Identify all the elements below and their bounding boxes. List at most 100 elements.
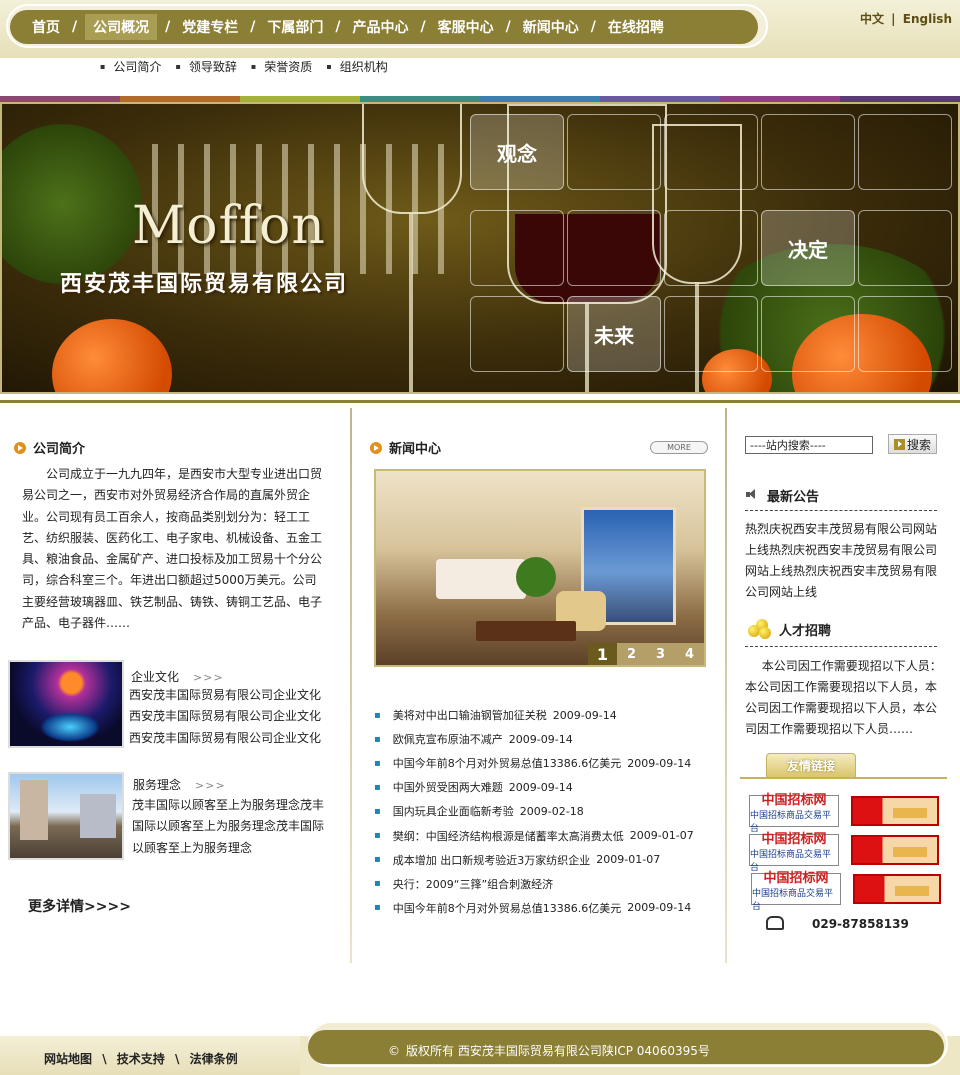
news-title[interactable]: 央行：2009“三箨”组合刺激经济 [393, 876, 553, 892]
company-intro-text: 公司成立于一九九四年，是西安市大型专业进出口贸易公司之一，西安市对外贸易经济合作… [22, 467, 323, 631]
partner-logo-banner[interactable] [851, 835, 939, 865]
lang-chinese[interactable]: 中文 [860, 12, 884, 26]
news-bullet-icon: ▪ [374, 902, 381, 914]
notice-text[interactable]: 热烈庆祝西安丰茂贸易有限公司网站上线热烈庆祝西安丰茂贸易有限公司网站上线热烈庆祝… [745, 519, 943, 603]
news-bullet-icon: ▪ [374, 878, 381, 890]
partner-logo-title: 中国招标网 [763, 870, 829, 886]
news-item[interactable]: ▪ 欧佩克宣布原油不减产 2009-09-14 [374, 727, 724, 751]
service-card-line: 以顾客至上为服务理念 [132, 840, 253, 855]
nav-customer-service[interactable]: 客服中心 [438, 17, 494, 37]
footer-legal[interactable]: 法律条例 [190, 1052, 238, 1066]
partner-logo-title: 中国招标网 [761, 792, 827, 808]
phone-number: 029-87858139 [812, 917, 909, 931]
nav-recruitment[interactable]: 在线招聘 [608, 17, 664, 37]
partner-logo-tender[interactable]: 中国招标网 中国招标商品交易平台 [751, 871, 841, 912]
news-more-button[interactable]: MORE [650, 441, 708, 454]
service-image[interactable] [8, 772, 124, 860]
nav-products[interactable]: 产品中心 [353, 17, 409, 37]
news-title[interactable]: 成本增加 出口新规考验近3万家纺织企业 [393, 852, 591, 868]
news-item[interactable]: ▪ 中国今年前8个月对外贸易总值13386.6亿美元 2009-09-14 [374, 751, 724, 775]
copyright-text: 版权所有 西安茂丰国际贸易有限公司陕ICP 04060395号 [406, 1044, 710, 1058]
news-title[interactable]: 中国今年前8个月对外贸易总值13386.6亿美元 [393, 900, 622, 916]
slide-table [476, 621, 576, 641]
nav-separator: / [335, 19, 341, 35]
news-date: 2009-09-14 [508, 780, 573, 794]
news-item[interactable]: ▪ 国内玩具企业面临新考验 2009-02-18 [374, 799, 724, 823]
speaker-icon [746, 489, 756, 499]
more-details-link[interactable]: 更多详情>>>> [28, 896, 131, 916]
news-date: 2009-09-14 [627, 901, 692, 915]
banner-tile [567, 114, 661, 190]
service-more-arrows[interactable]: >>> [195, 779, 226, 792]
service-card-line: 国际以顾客至上为服务理念茂丰国际 [132, 819, 325, 834]
news-bullet-icon: ▪ [374, 757, 381, 769]
nav-party-column[interactable]: 党建专栏 [182, 17, 238, 37]
banner-tile [858, 296, 952, 372]
culture-image[interactable] [8, 660, 124, 748]
banner-wine-glass [362, 104, 462, 214]
partner-logo-tender[interactable]: 中国招标网 中国招标商品交易平台 [749, 832, 839, 873]
news-bullet-icon: ▪ [374, 854, 381, 866]
coins-icon [748, 619, 772, 639]
news-slideshow[interactable]: 1 2 3 4 [374, 469, 706, 667]
dashed-divider [745, 646, 937, 647]
news-bullet-icon: ▪ [374, 781, 381, 793]
culture-more-arrows[interactable]: >>> [193, 671, 224, 684]
news-item[interactable]: ▪ 樊纲：中国经济结构根源是储蓄率太高消费太低 2009-01-07 [374, 823, 724, 847]
partner-logo-banner[interactable] [853, 874, 941, 904]
slide-page-1[interactable]: 1 [588, 643, 617, 665]
news-item[interactable]: ▪ 央行：2009“三箨”组合刺激经济 [374, 872, 724, 896]
banner-tile [567, 210, 661, 286]
banner-tile [664, 210, 758, 286]
copyright: © 版权所有 西安茂丰国际贸易有限公司陕ICP 04060395号 [388, 1042, 710, 1059]
slide-page-3[interactable]: 3 [646, 643, 675, 665]
lang-separator: | [891, 12, 896, 26]
partner-logo-banner[interactable] [851, 796, 939, 826]
search-button[interactable]: 搜索 [888, 434, 937, 454]
nav-separator: / [590, 19, 596, 35]
culture-card-text: 西安茂丰国际贸易有限公司企业文化 西安茂丰国际贸易有限公司企业文化 西安茂丰国际… [129, 685, 321, 749]
culture-card-line: 西安茂丰国际贸易有限公司企业文化 [129, 730, 322, 745]
news-title[interactable]: 中国今年前8个月对外贸易总值13386.6亿美元 [393, 755, 622, 771]
culture-card-title[interactable]: 企业文化 >>> [131, 668, 224, 685]
footer-sitemap[interactable]: 网站地图 [44, 1052, 92, 1066]
news-title[interactable]: 美将对中出口输油钢管加征关税 [393, 707, 547, 723]
news-title[interactable]: 中国外贸受困两大难题 [393, 779, 503, 795]
footer-tech-support[interactable]: 技术支持 [117, 1052, 165, 1066]
lang-english[interactable]: English [903, 12, 952, 26]
banner-tile-future: 未来 [567, 296, 661, 372]
banner-tile [470, 296, 564, 372]
slide-page-4[interactable]: 4 [675, 643, 704, 665]
slide-bed [436, 559, 526, 599]
dashed-divider [745, 510, 937, 511]
news-item[interactable]: ▪ 美将对中出口输油钢管加征关税 2009-09-14 [374, 703, 724, 727]
news-title[interactable]: 国内玩具企业面临新考验 [393, 803, 514, 819]
service-card-title[interactable]: 服务理念 >>> [133, 776, 226, 793]
news-date: 2009-09-14 [508, 732, 573, 746]
news-bullet-icon: ▪ [374, 805, 381, 817]
news-title[interactable]: 欧佩克宣布原油不减产 [393, 731, 503, 747]
news-item[interactable]: ▪ 中国外贸受困两大难题 2009-09-14 [374, 775, 724, 799]
banner-glass-stem [409, 212, 413, 392]
subnav-company-intro[interactable]: 公司简介 [100, 58, 161, 78]
section-title-company-intro: 公司简介 [14, 438, 85, 457]
news-title[interactable]: 樊纲：中国经济结构根源是储蓄率太高消费太低 [393, 828, 624, 844]
slide-page-2[interactable]: 2 [617, 643, 646, 665]
nav-separator: / [165, 19, 171, 35]
content-divider [0, 400, 960, 403]
site-search-input[interactable] [745, 436, 873, 454]
column-divider [725, 408, 727, 963]
subnav-honors[interactable]: 荣誉资质 [251, 58, 312, 78]
subnav-organization[interactable]: 组织机构 [326, 58, 388, 78]
nav-news[interactable]: 新闻中心 [523, 17, 579, 37]
banner-tile [858, 210, 952, 286]
nav-home[interactable]: 首页 [32, 17, 60, 37]
jobs-text[interactable]: 本公司因工作需要现招以下人员：本公司因工作需要现招以下人员，本公司因工作需要现招… [745, 656, 943, 740]
news-item[interactable]: ▪ 成本增加 出口新规考验近3万家纺织企业 2009-01-07 [374, 848, 724, 872]
orange-arrow-icon [370, 441, 382, 454]
nav-departments[interactable]: 下属部门 [267, 17, 323, 37]
partner-logo-tender[interactable]: 中国招标网 中国招标商品交易平台 [749, 793, 839, 834]
news-item[interactable]: ▪ 中国今年前8个月对外贸易总值13386.6亿美元 2009-09-14 [374, 896, 724, 920]
subnav-leader-speech[interactable]: 领导致辞 [175, 58, 237, 78]
nav-company-overview[interactable]: 公司概况 [85, 14, 158, 40]
